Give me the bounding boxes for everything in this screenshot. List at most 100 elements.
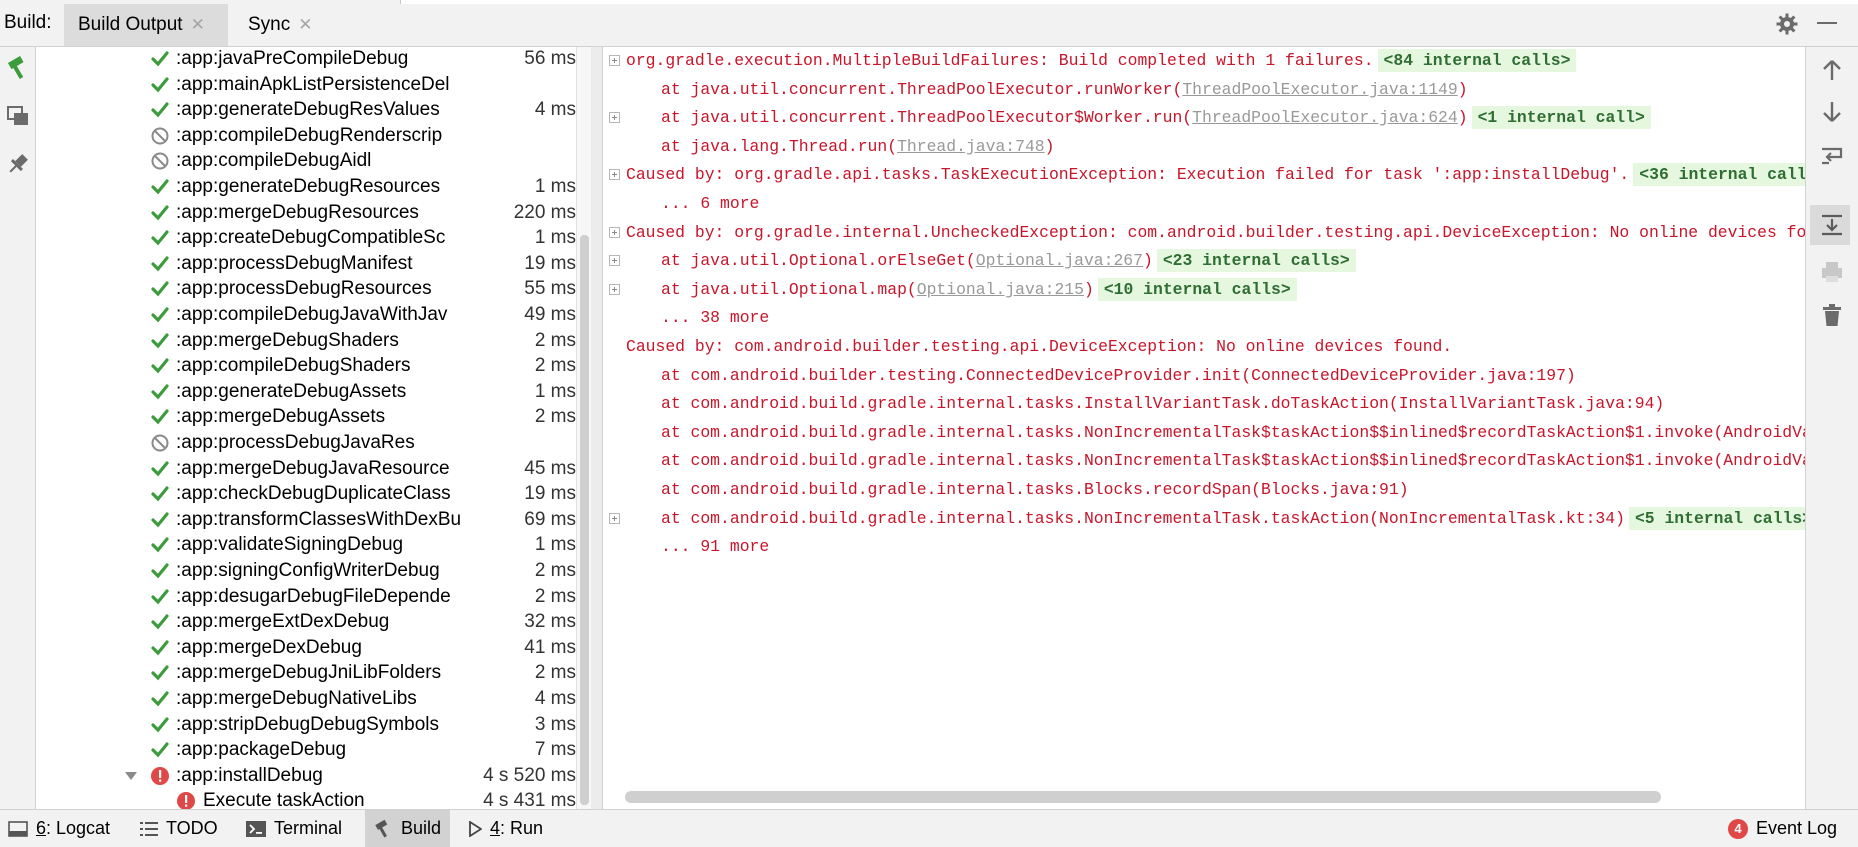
check-icon xyxy=(151,640,169,656)
task-duration: 3 ms xyxy=(534,714,576,735)
expand-arrow-icon[interactable] xyxy=(123,768,139,784)
expand-toggle-icon[interactable] xyxy=(609,112,620,123)
internal-calls-fold[interactable]: <36 internal calls> xyxy=(1633,163,1805,186)
console-text: at java.lang.Thread.run(Thread.java:748) xyxy=(661,133,1054,161)
minimize-icon[interactable] xyxy=(1817,22,1837,24)
internal-calls-fold[interactable]: <84 internal calls> xyxy=(1377,49,1577,72)
task-row[interactable]: :app:desugarDebugFileDepende 2 ms xyxy=(36,585,576,610)
task-row[interactable]: Execute taskAction 4 s 431 ms xyxy=(36,789,576,809)
hammer-icon[interactable] xyxy=(5,55,31,81)
task-row[interactable]: :app:packageDebug 7 ms xyxy=(36,738,576,763)
task-row[interactable]: :app:generateDebugResValues 4 ms xyxy=(36,98,576,123)
task-row[interactable]: :app:javaPreCompileDebug 56 ms xyxy=(36,47,576,72)
close-icon[interactable]: ✕ xyxy=(191,15,205,35)
tab-label: Build Output xyxy=(78,14,183,35)
gear-icon[interactable] xyxy=(1775,12,1799,36)
task-row[interactable]: :app:mergeDebugNativeLibs 4 ms xyxy=(36,687,576,712)
print-icon[interactable] xyxy=(1819,259,1845,285)
task-row[interactable]: :app:compileDebugJavaWithJav 49 ms xyxy=(36,303,576,328)
task-row[interactable]: :app:mergeDebugJniLibFolders 2 ms xyxy=(36,661,576,686)
expand-toggle-icon[interactable] xyxy=(609,169,620,180)
event-count-badge: 4 xyxy=(1728,818,1748,839)
task-duration: 69 ms xyxy=(524,509,576,530)
expand-toggle-icon[interactable] xyxy=(609,55,620,66)
task-row[interactable]: :app:processDebugManifest 19 ms xyxy=(36,252,576,277)
task-row[interactable]: :app:compileDebugAidl xyxy=(36,149,576,174)
task-name: :app:mergeDebugResources xyxy=(176,202,419,223)
task-tree[interactable]: :app:javaPreCompileDebug 56 ms:app:mainAp… xyxy=(36,47,576,809)
logcat-tab[interactable]: 6: Logcat xyxy=(0,810,118,847)
run-tab[interactable]: 4: Run xyxy=(460,810,551,847)
terminal-icon xyxy=(246,820,266,837)
task-row[interactable]: :app:installDebug 4 s 520 ms xyxy=(36,764,576,789)
internal-calls-fold[interactable]: <5 internal calls> xyxy=(1628,507,1805,530)
task-row[interactable]: :app:signingConfigWriterDebug 2 ms xyxy=(36,559,576,584)
task-duration: 32 ms xyxy=(524,611,576,632)
expand-toggle-icon[interactable] xyxy=(609,227,620,238)
expand-toggle-icon[interactable] xyxy=(609,255,620,266)
build-tab[interactable]: Build xyxy=(365,810,450,847)
task-duration: 2 ms xyxy=(534,662,576,683)
task-row[interactable]: :app:processDebugJavaRes xyxy=(36,431,576,456)
source-link[interactable]: Optional.java:267 xyxy=(976,251,1143,270)
soft-wrap-icon[interactable] xyxy=(1819,143,1845,169)
console-output[interactable]: org.gradle.execution.MultipleBuildFailur… xyxy=(603,47,1805,809)
console-horizontal-scrollbar[interactable] xyxy=(625,791,1661,803)
task-name: Execute taskAction xyxy=(203,790,365,809)
pin-icon[interactable] xyxy=(5,151,31,177)
close-icon[interactable]: ✕ xyxy=(298,15,312,35)
task-row[interactable]: :app:mainApkListPersistenceDel xyxy=(36,73,576,98)
task-row[interactable]: :app:compileDebugShaders 2 ms xyxy=(36,354,576,379)
task-row[interactable]: :app:validateSigningDebug 1 ms xyxy=(36,533,576,558)
expand-toggle-icon[interactable] xyxy=(609,513,620,524)
task-duration: 4 ms xyxy=(534,99,576,120)
task-row[interactable]: :app:mergeDebugShaders 2 ms xyxy=(36,329,576,354)
console-text: at com.android.build.gradle.internal.tas… xyxy=(661,476,1409,504)
source-link[interactable]: ThreadPoolExecutor.java:1149 xyxy=(1182,80,1457,99)
task-row[interactable]: :app:mergeDebugJavaResource 45 ms xyxy=(36,457,576,482)
task-row[interactable]: :app:generateDebugAssets 1 ms xyxy=(36,380,576,405)
task-row[interactable]: :app:transformClassesWithDexBu 69 ms xyxy=(36,508,576,533)
internal-calls-fold[interactable]: <1 internal call> xyxy=(1471,106,1651,129)
task-row[interactable]: :app:generateDebugResources 1 ms xyxy=(36,175,576,200)
console-fragment: ) xyxy=(1142,251,1153,270)
task-row[interactable]: :app:mergeDebugAssets 2 ms xyxy=(36,405,576,430)
tab-sync[interactable]: Sync ✕ xyxy=(234,4,324,46)
internal-calls-fold[interactable]: <10 internal calls> xyxy=(1097,278,1297,301)
task-row[interactable]: :app:checkDebugDuplicateClass 19 ms xyxy=(36,482,576,507)
check-icon xyxy=(151,281,169,297)
task-row[interactable]: :app:mergeDebugResources 220 ms xyxy=(36,201,576,226)
check-icon xyxy=(151,614,169,630)
scroll-to-end-icon[interactable] xyxy=(1819,212,1845,238)
task-row[interactable]: :app:mergeDexDebug 41 ms xyxy=(36,636,576,661)
tree-view-icon[interactable] xyxy=(5,103,31,129)
task-name: :app:mergeDebugNativeLibs xyxy=(176,688,417,709)
panel-splitter[interactable] xyxy=(591,47,603,809)
source-link[interactable]: Thread.java:748 xyxy=(897,137,1045,156)
console-text: at com.android.build.gradle.internal.tas… xyxy=(661,505,1805,533)
check-icon xyxy=(151,102,169,118)
task-duration: 49 ms xyxy=(524,304,576,325)
source-link[interactable]: ThreadPoolExecutor.java:624 xyxy=(1192,108,1458,127)
event-log-tab[interactable]: 4 Event Log xyxy=(1720,810,1845,847)
list-icon xyxy=(140,821,158,836)
source-link[interactable]: Optional.java:215 xyxy=(917,280,1084,299)
check-icon xyxy=(151,179,169,195)
task-row[interactable]: :app:compileDebugRenderscrip xyxy=(36,124,576,149)
task-row[interactable]: :app:mergeExtDexDebug 32 ms xyxy=(36,610,576,635)
trash-icon[interactable] xyxy=(1819,302,1845,328)
tree-scrollbar-thumb[interactable] xyxy=(580,235,589,805)
tab-build-output[interactable]: Build Output ✕ xyxy=(64,4,228,46)
error-icon xyxy=(151,767,169,785)
todo-tab[interactable]: TODO xyxy=(132,810,226,847)
internal-calls-fold[interactable]: <23 internal calls> xyxy=(1156,249,1356,272)
hammer-icon xyxy=(375,819,388,838)
arrow-down-icon[interactable] xyxy=(1819,99,1845,125)
task-duration: 45 ms xyxy=(524,458,576,479)
task-row[interactable]: :app:processDebugResources 55 ms xyxy=(36,277,576,302)
arrow-up-icon[interactable] xyxy=(1819,57,1845,83)
terminal-tab[interactable]: Terminal xyxy=(238,810,350,847)
task-row[interactable]: :app:createDebugCompatibleSc 1 ms xyxy=(36,226,576,251)
task-row[interactable]: :app:stripDebugDebugSymbols 3 ms xyxy=(36,713,576,738)
expand-toggle-icon[interactable] xyxy=(609,284,620,295)
